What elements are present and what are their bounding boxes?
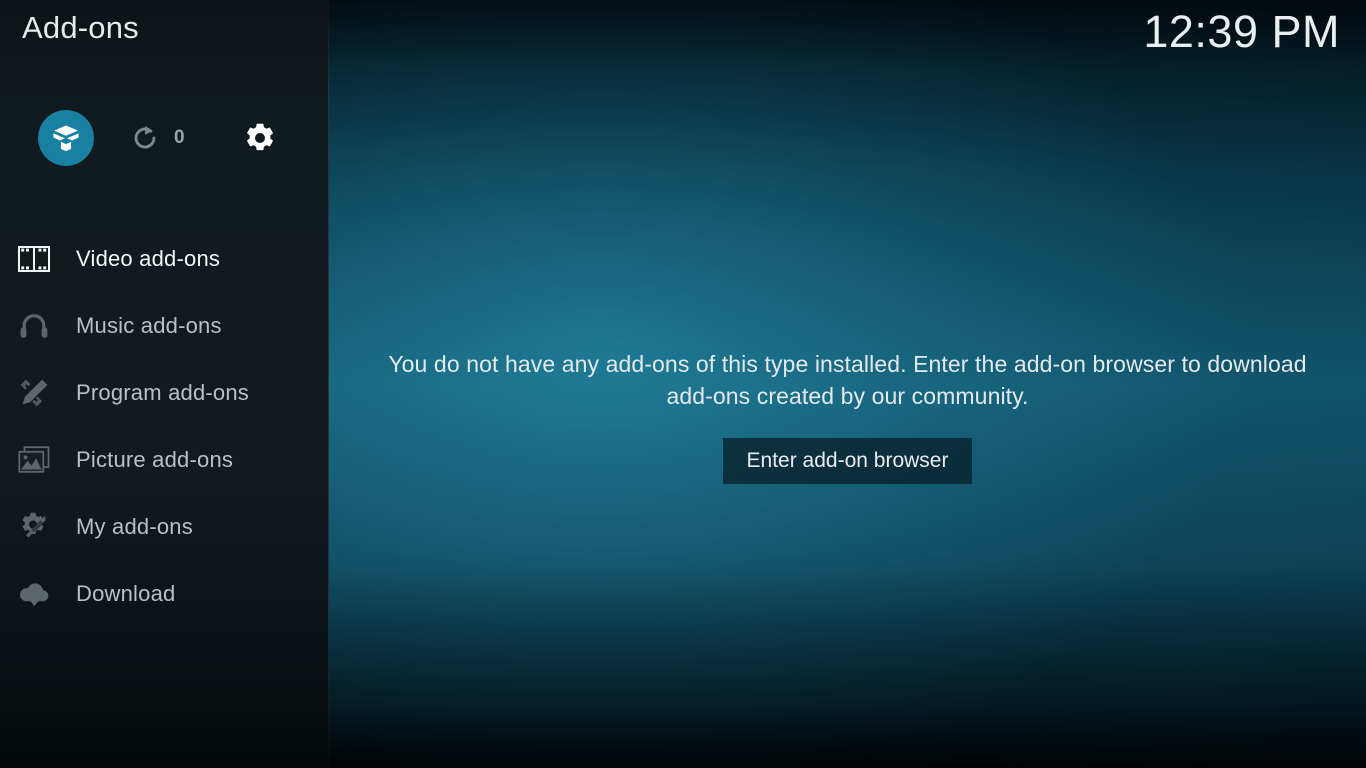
- addon-browser-circle: [38, 110, 94, 166]
- gear-screwdriver-icon: [16, 509, 52, 545]
- film-strip-icon: [16, 241, 52, 277]
- gear-icon: [246, 123, 274, 151]
- kodi-addons-screen: 12:39 PM You do not have any add-ons of …: [0, 0, 1366, 768]
- sidebar: Add-ons 0 Video add-ons Music add-ons Pr…: [0, 0, 329, 768]
- sidebar-item-label: Picture add-ons: [76, 446, 234, 472]
- update-count: 0: [174, 127, 185, 148]
- available-updates-button[interactable]: 0: [130, 110, 185, 166]
- sidebar-item-download[interactable]: Download: [0, 560, 329, 627]
- clock: 12:39 PM: [1143, 6, 1340, 57]
- settings-button[interactable]: [243, 110, 277, 166]
- cloud-download-icon: [16, 576, 52, 612]
- enter-addon-browser-button[interactable]: Enter add-on browser: [722, 438, 973, 484]
- addon-browser-button[interactable]: [38, 110, 94, 166]
- sidebar-item-video-addons[interactable]: Video add-ons: [0, 225, 329, 292]
- sidebar-item-label: Download: [76, 580, 176, 606]
- open-box-icon: [53, 125, 79, 152]
- pencil-ruler-icon: [16, 375, 52, 411]
- pictures-icon: [16, 442, 52, 478]
- sidebar-item-label: Video add-ons: [76, 245, 221, 271]
- sidebar-item-label: Program add-ons: [76, 379, 249, 405]
- sidebar-menu: Video add-ons Music add-ons Program add-…: [0, 225, 329, 627]
- sidebar-item-label: Music add-ons: [76, 312, 222, 338]
- empty-state-message: You do not have any add-ons of this type…: [388, 351, 1307, 409]
- sidebar-toolbar: 0: [0, 110, 329, 168]
- sidebar-item-picture-addons[interactable]: Picture add-ons: [0, 426, 329, 493]
- refresh-icon: [134, 126, 156, 149]
- sidebar-item-music-addons[interactable]: Music add-ons: [0, 292, 329, 359]
- sidebar-item-program-addons[interactable]: Program add-ons: [0, 359, 329, 426]
- sidebar-item-label: My add-ons: [76, 513, 193, 539]
- headphones-icon: [16, 308, 52, 344]
- empty-state: You do not have any add-ons of this type…: [329, 348, 1366, 484]
- page-title: Add-ons: [22, 10, 139, 45]
- sidebar-item-my-addons[interactable]: My add-ons: [0, 493, 329, 560]
